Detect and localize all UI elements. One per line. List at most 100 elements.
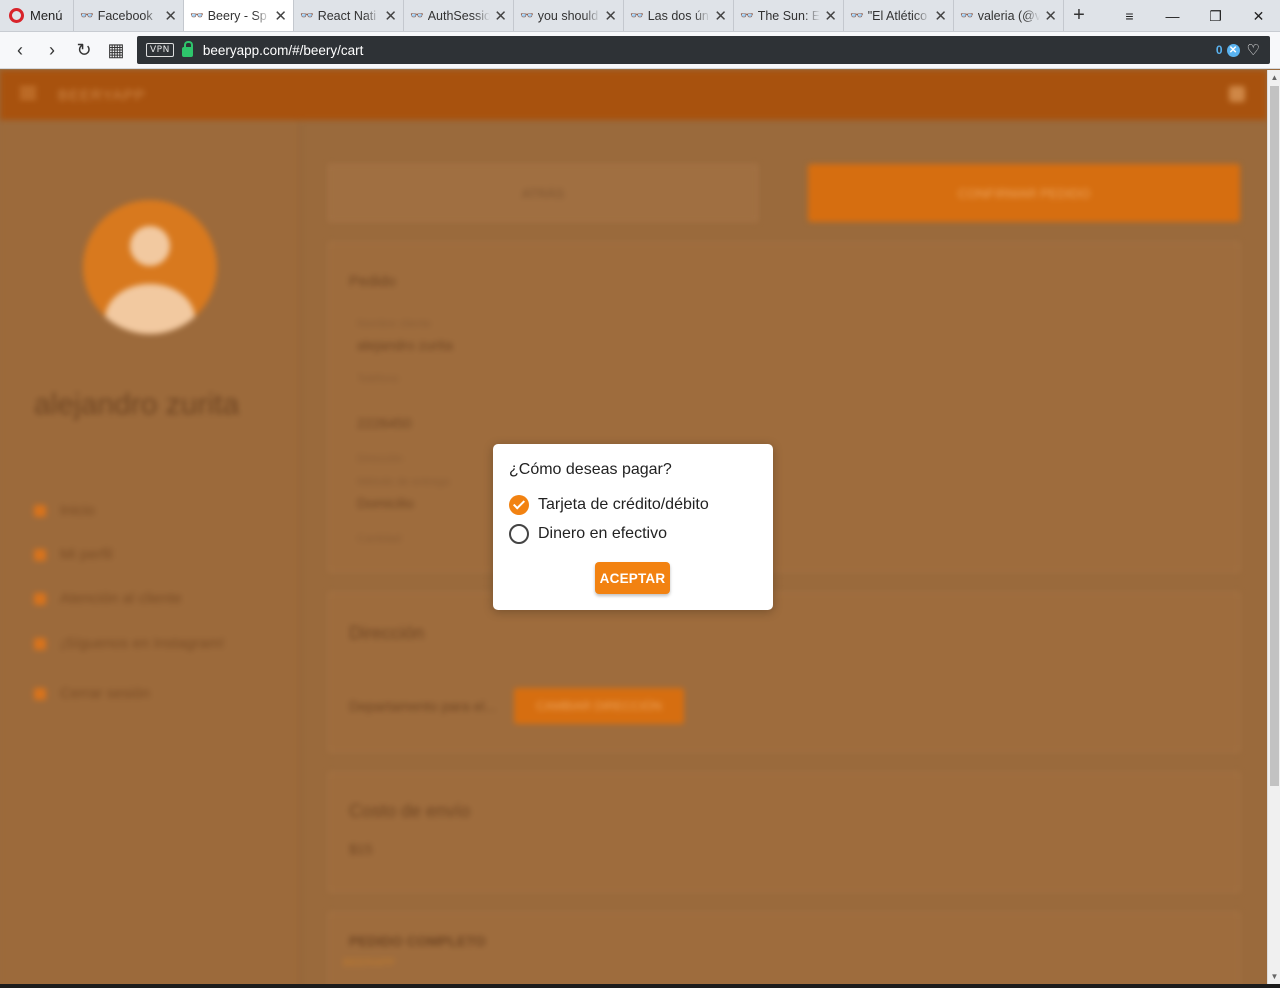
tab-label: Las dos úni xyxy=(647,8,711,23)
sidebar-item-label: Atención al cliente xyxy=(60,590,182,607)
tab-label: valeria (@v xyxy=(977,8,1041,23)
page-viewport: BEERYAPP alejandro zurita Inicio Mi perf… xyxy=(0,70,1267,984)
private-mode-icon: 👓 xyxy=(960,10,974,22)
vpn-badge[interactable]: VPN xyxy=(146,43,174,57)
os-taskbar-edge xyxy=(0,984,1280,988)
scroll-down-icon[interactable]: ▼ xyxy=(1268,969,1280,984)
tab-react-native[interactable]: 👓 React Nati ✕ xyxy=(294,0,404,31)
logout-icon xyxy=(34,687,46,700)
tab-valeria[interactable]: 👓 valeria (@v ✕ xyxy=(954,0,1064,31)
tab-close-icon[interactable]: ✕ xyxy=(1044,7,1057,25)
tab-close-icon[interactable]: ✕ xyxy=(164,7,177,25)
tab-menu-icon[interactable]: ≡ xyxy=(1108,0,1151,32)
restore-icon[interactable]: ❐ xyxy=(1194,0,1237,32)
tab-close-icon[interactable]: ✕ xyxy=(824,7,837,25)
sidebar-item-home[interactable]: Inicio xyxy=(34,502,95,519)
payment-method-dialog: ¿Cómo deseas pagar? Tarjeta de crédito/d… xyxy=(493,444,773,610)
radio-checked-icon[interactable] xyxy=(509,495,529,515)
payment-option-cash[interactable]: Dinero en efectivo xyxy=(509,524,667,544)
shipping-cost-title: Costo de envío xyxy=(349,801,471,821)
recent-order-title: PEDIDO COMPLETO xyxy=(349,933,486,949)
support-icon xyxy=(34,592,46,605)
field-value: alejandro zurita xyxy=(357,337,453,353)
tab-label: Beery - Sp xyxy=(207,8,267,23)
tab-close-icon[interactable]: ✕ xyxy=(714,7,727,25)
forward-icon[interactable]: › xyxy=(36,35,68,65)
payment-option-label: Dinero en efectivo xyxy=(538,525,667,542)
tab-close-icon[interactable]: ✕ xyxy=(934,7,947,25)
browser-tab-strip: Menú 👓 Facebook ✕ 👓 Beery - Sp ✕ 👓 React… xyxy=(0,0,1280,32)
field-label: Método de entrega xyxy=(357,476,450,488)
url-field[interactable]: VPN beeryapp.com/#/beery/cart 0 ✕ ♡ xyxy=(137,36,1270,64)
browser-menu-button[interactable]: Menú xyxy=(0,0,74,31)
private-mode-icon: 👓 xyxy=(190,10,204,22)
accept-button[interactable]: ACEPTAR xyxy=(595,562,670,594)
change-address-button[interactable]: CAMBIAR DIRECCIÓN xyxy=(514,688,684,724)
tab-you-should[interactable]: 👓 you should ✕ xyxy=(514,0,624,31)
dialog-title: ¿Cómo deseas pagar? xyxy=(509,461,672,478)
secure-lock-icon[interactable] xyxy=(181,41,193,57)
field-label: Cantidad xyxy=(357,533,402,545)
sidebar-item-instagram[interactable]: ¡Síguenos en Instagram! xyxy=(34,635,224,652)
sidebar-item-logout[interactable]: Cerrar sesión xyxy=(34,685,150,702)
tab-close-icon[interactable]: ✕ xyxy=(274,7,287,25)
sidebar-item-profile[interactable]: Mi perfil xyxy=(34,546,113,563)
sidebar-item-support[interactable]: Atención al cliente xyxy=(34,590,182,607)
recent-order-card: PEDIDO COMPLETO BEERAPP xyxy=(328,912,1240,984)
sidebar: alejandro zurita Inicio Mi perfil Atenci… xyxy=(0,120,300,984)
field-label: Nombre cliente xyxy=(357,318,431,330)
url-actions: 0 ✕ ♡ xyxy=(1216,41,1260,59)
opera-logo-icon xyxy=(9,8,24,23)
url-text[interactable]: beeryapp.com/#/beery/cart xyxy=(203,43,364,58)
back-icon[interactable]: ‹ xyxy=(4,35,36,65)
scroll-up-icon[interactable]: ▲ xyxy=(1268,70,1280,85)
field-value: Domicilio xyxy=(357,495,414,511)
address-bar-row: ‹ › ↻ ▦ VPN beeryapp.com/#/beery/cart 0 … xyxy=(0,32,1280,69)
tab-las-dos[interactable]: 👓 Las dos úni ✕ xyxy=(624,0,734,31)
tab-label: The Sun: E xyxy=(757,8,821,23)
app-header: BEERYAPP xyxy=(0,70,1267,120)
tab-label: "El Atlético xyxy=(867,8,928,23)
main-content: ATRÁS CONFIRMAR PEDIDO Pedido Nombre cli… xyxy=(300,120,1267,984)
tab-authsession[interactable]: 👓 AuthSessio ✕ xyxy=(404,0,514,31)
new-tab-button[interactable]: + xyxy=(1064,0,1094,31)
order-details-title: Pedido xyxy=(349,273,396,290)
tab-beery[interactable]: 👓 Beery - Sp ✕ xyxy=(184,0,294,31)
minimize-icon[interactable]: — xyxy=(1151,0,1194,32)
field-label: Dirección xyxy=(357,453,403,465)
scrollbar-thumb[interactable] xyxy=(1270,86,1279,786)
field-label: Teléfono xyxy=(357,373,399,385)
reload-icon[interactable]: ↻ xyxy=(68,35,100,65)
back-button[interactable]: ATRÁS xyxy=(328,164,758,222)
private-mode-icon: 👓 xyxy=(410,10,424,22)
cart-icon[interactable] xyxy=(1229,86,1245,102)
confirm-order-button[interactable]: CONFIRMAR PEDIDO xyxy=(808,164,1240,222)
adblock-icon[interactable]: ✕ xyxy=(1226,43,1240,57)
address-title: Dirección xyxy=(349,623,425,643)
private-mode-icon: 👓 xyxy=(630,10,644,22)
home-icon xyxy=(34,504,46,517)
shipping-cost-value: $15 xyxy=(349,841,373,857)
instagram-icon xyxy=(34,637,46,650)
app-title: BEERYAPP xyxy=(58,87,146,104)
private-mode-icon: 👓 xyxy=(300,10,314,22)
tab-label: you should xyxy=(537,8,599,23)
radio-unchecked-icon[interactable] xyxy=(509,524,529,544)
avatar-head-shape xyxy=(130,226,170,266)
tab-grid-icon[interactable]: ▦ xyxy=(100,35,132,65)
payment-option-card[interactable]: Tarjeta de crédito/débito xyxy=(509,495,709,515)
window-controls: ≡ — ❐ ✕ xyxy=(1108,0,1280,32)
tab-close-icon[interactable]: ✕ xyxy=(494,7,507,25)
bookmark-heart-icon[interactable]: ♡ xyxy=(1247,41,1260,59)
tab-close-icon[interactable]: ✕ xyxy=(604,7,617,25)
window-close-icon[interactable]: ✕ xyxy=(1237,0,1280,32)
address-card: Dirección Departamento para el... CAMBIA… xyxy=(328,592,1240,752)
hamburger-menu-icon[interactable] xyxy=(20,87,36,99)
browser-menu-label: Menú xyxy=(30,8,63,23)
tab-the-sun[interactable]: 👓 The Sun: E ✕ xyxy=(734,0,844,31)
profile-icon xyxy=(34,548,46,561)
tab-el-atletico[interactable]: 👓 "El Atlético ✕ xyxy=(844,0,954,31)
tab-close-icon[interactable]: ✕ xyxy=(384,7,397,25)
tab-facebook[interactable]: 👓 Facebook ✕ xyxy=(74,0,184,31)
page-scrollbar[interactable]: ▲ ▼ xyxy=(1267,70,1280,984)
